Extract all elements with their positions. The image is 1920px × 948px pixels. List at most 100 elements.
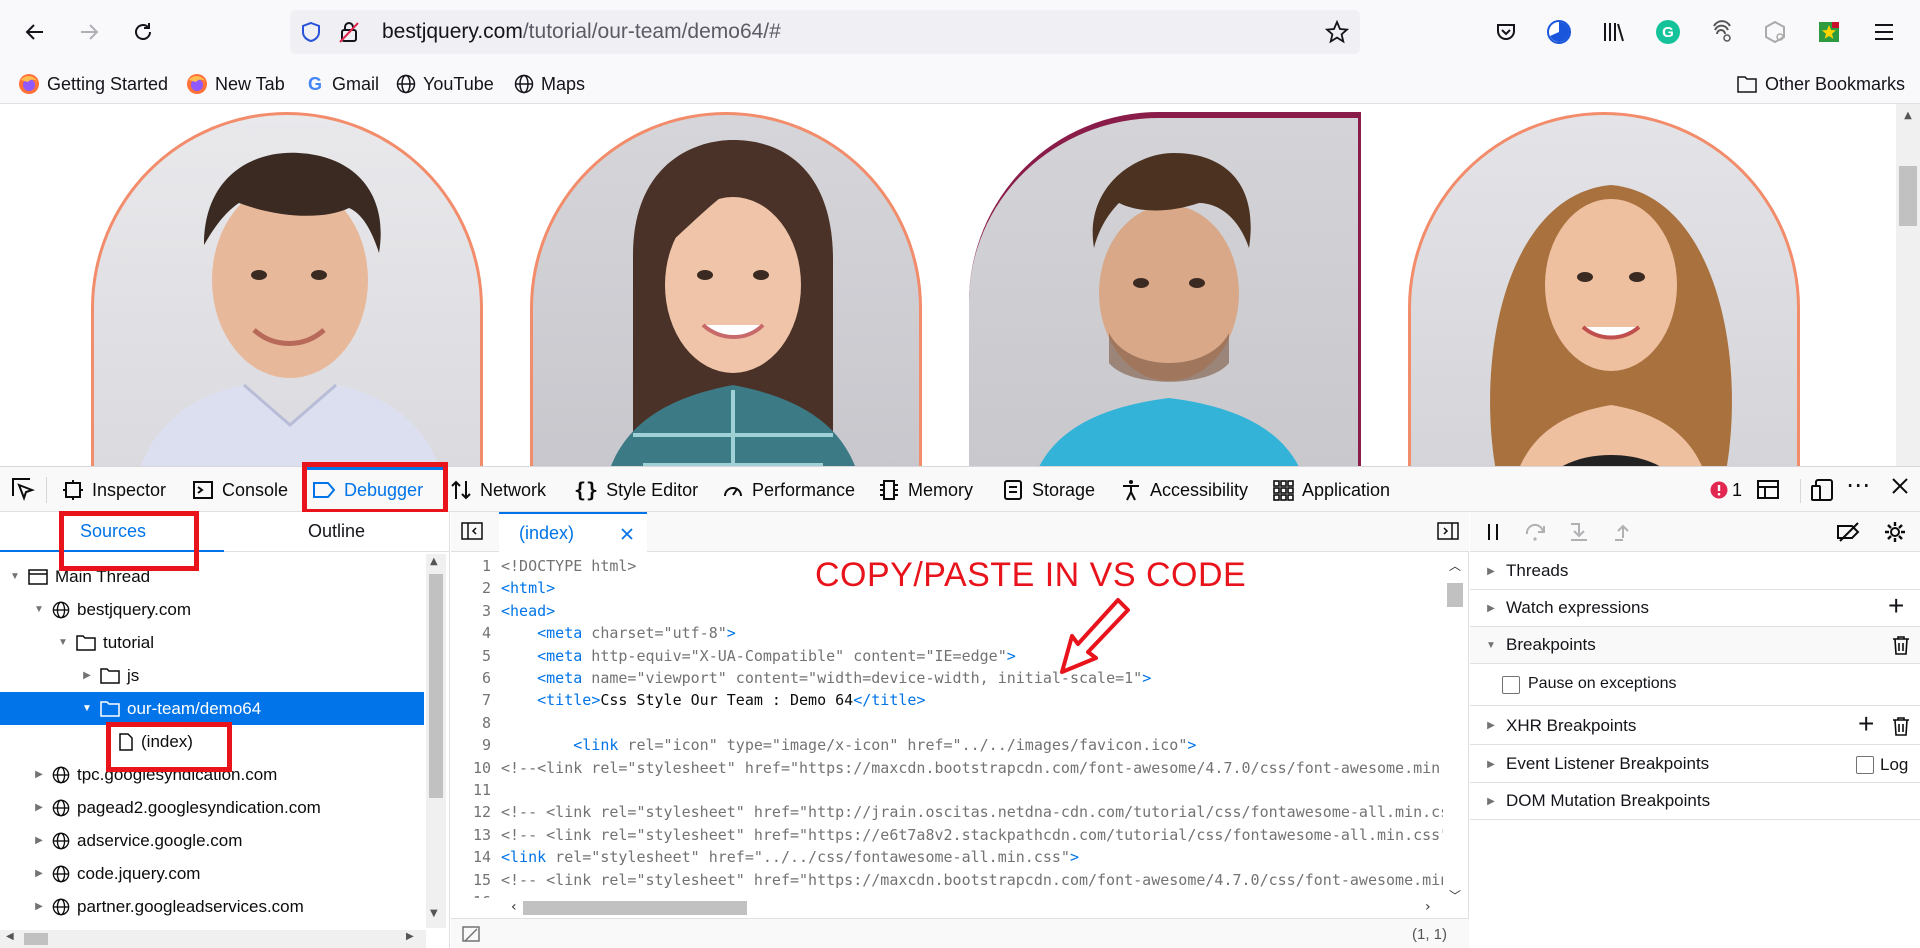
tree-item-domain[interactable]: ▶ pagead2.googlesyndication.com: [0, 791, 424, 824]
deactivate-breakpoints-button[interactable]: [1836, 521, 1862, 547]
tree-item-domain[interactable]: ▶ code.jquery.com: [0, 857, 424, 890]
expanded-arrow-icon[interactable]: ▼: [1484, 640, 1498, 651]
url-text[interactable]: bestjquery.com/tutorial/our-team/demo64/…: [382, 20, 781, 44]
insecure-lock-icon[interactable]: [338, 20, 360, 44]
reload-button[interactable]: [125, 14, 161, 50]
error-count-badge[interactable]: 1: [1710, 467, 1742, 513]
grammarly-button[interactable]: G: [1650, 14, 1686, 50]
code-area[interactable]: 12345678910111213141516 <!DOCTYPE html><…: [451, 553, 1443, 911]
scroll-up-icon[interactable]: ︿: [1449, 557, 1461, 574]
app-menu-button[interactable]: [1866, 14, 1902, 50]
tree-item-js[interactable]: ▶ js: [0, 659, 424, 692]
tab-network[interactable]: Network: [450, 467, 546, 513]
scroll-left-icon[interactable]: ◀: [6, 931, 14, 942]
pocket-button[interactable]: [1488, 14, 1524, 50]
scroll-left-icon[interactable]: ‹: [511, 899, 517, 915]
line-number[interactable]: 13: [451, 826, 491, 844]
line-number[interactable]: 6: [451, 669, 491, 687]
dom-mutation-breakpoints-section[interactable]: ▶ DOM Mutation Breakpoints: [1470, 783, 1920, 820]
add-watch-expression-icon[interactable]: +: [1888, 592, 1904, 620]
step-in-button[interactable]: [1568, 522, 1590, 546]
close-devtools-button[interactable]: [1890, 476, 1910, 500]
element-picker-button[interactable]: [10, 476, 36, 506]
line-number[interactable]: 15: [451, 871, 491, 889]
close-tab-icon[interactable]: [621, 528, 633, 540]
tab-accessibility[interactable]: Accessibility: [1120, 467, 1248, 513]
url-bar[interactable]: bestjquery.com/tutorial/our-team/demo64/…: [290, 10, 1360, 54]
collapsed-arrow-icon[interactable]: ▶: [32, 769, 46, 780]
line-number[interactable]: 2: [451, 579, 491, 597]
more-options-icon[interactable]: ⋯: [1846, 471, 1871, 499]
collapsed-arrow-icon[interactable]: ▶: [32, 802, 46, 813]
threads-section[interactable]: ▶ Threads: [1470, 553, 1920, 590]
scrollbar-thumb[interactable]: [1899, 166, 1917, 226]
extension-star-button[interactable]: [1811, 14, 1847, 50]
expanded-arrow-icon[interactable]: ▼: [8, 571, 22, 582]
expanded-arrow-icon[interactable]: ▼: [80, 703, 94, 714]
event-listener-breakpoints-section[interactable]: ▶ Event Listener Breakpoints Log: [1470, 746, 1920, 783]
tree-item-tutorial[interactable]: ▼ tutorial: [0, 626, 424, 659]
xhr-breakpoints-section[interactable]: ▶ XHR Breakpoints +: [1470, 707, 1920, 745]
tree-item-main-thread[interactable]: ▼ Main Thread: [0, 560, 424, 593]
tree-item-domain[interactable]: ▶ tpc.googlesyndication.com: [0, 758, 424, 791]
collapsed-arrow-icon[interactable]: ▶: [1484, 720, 1498, 731]
line-number[interactable]: 8: [451, 714, 491, 732]
trash-icon[interactable]: [1892, 635, 1910, 655]
watch-expressions-section[interactable]: ▶ Watch expressions +: [1470, 590, 1920, 627]
collapsed-arrow-icon[interactable]: ▶: [32, 868, 46, 879]
toggle-debugger-sidebar-button[interactable]: [1437, 521, 1459, 545]
tab-storage[interactable]: Storage: [1002, 467, 1095, 513]
tree-item-index-file[interactable]: (index): [0, 725, 424, 758]
breakpoints-section[interactable]: ▼ Breakpoints: [1470, 627, 1920, 664]
other-bookmarks[interactable]: Other Bookmarks: [1736, 70, 1905, 98]
bookmark-youtube[interactable]: YouTube: [396, 70, 494, 98]
line-number[interactable]: 14: [451, 848, 491, 866]
pause-on-exceptions-checkbox[interactable]: [1502, 676, 1520, 694]
line-number[interactable]: 10: [451, 759, 491, 777]
line-number[interactable]: 11: [451, 781, 491, 799]
line-number[interactable]: 5: [451, 647, 491, 665]
editor-vertical-scrollbar[interactable]: ︿ ﹀: [1443, 553, 1467, 909]
expanded-arrow-icon[interactable]: ▼: [56, 637, 70, 648]
scroll-down-icon[interactable]: ﹀: [1449, 887, 1461, 904]
page-scrollbar[interactable]: ▲: [1896, 104, 1920, 466]
pause-button[interactable]: [1484, 522, 1502, 546]
tree-item-domain[interactable]: ▶ adservice.google.com: [0, 824, 424, 857]
line-number[interactable]: 12: [451, 803, 491, 821]
line-number[interactable]: 3: [451, 602, 491, 620]
tab-console[interactable]: Console: [192, 467, 288, 513]
scroll-up-icon[interactable]: ▲: [1900, 110, 1916, 121]
log-checkbox[interactable]: [1856, 756, 1874, 774]
tab-performance[interactable]: Performance: [722, 467, 855, 513]
collapsed-arrow-icon[interactable]: ▶: [32, 901, 46, 912]
scroll-right-icon[interactable]: ›: [1425, 899, 1431, 915]
toggle-sources-button[interactable]: [461, 521, 483, 545]
scrollbar-thumb[interactable]: [1447, 583, 1463, 607]
expanded-arrow-icon[interactable]: ▼: [32, 604, 46, 615]
responsive-design-button[interactable]: [1810, 478, 1834, 506]
editor-tab-index[interactable]: (index): [499, 512, 647, 552]
bookmark-getting-started[interactable]: Getting Started: [18, 70, 168, 98]
collapsed-arrow-icon[interactable]: ▶: [80, 670, 94, 681]
tab-outline[interactable]: Outline: [308, 521, 365, 542]
line-number[interactable]: 1: [451, 557, 491, 575]
tab-style-editor[interactable]: {} Style Editor: [574, 467, 698, 513]
collapsed-arrow-icon[interactable]: ▶: [1484, 759, 1498, 770]
sources-horizontal-scrollbar[interactable]: ◀ ▶: [0, 930, 426, 948]
scroll-up-icon[interactable]: ▲: [430, 556, 438, 567]
library-button[interactable]: [1596, 14, 1632, 50]
split-console-button[interactable]: [1756, 478, 1780, 506]
step-over-button[interactable]: [1524, 522, 1548, 546]
pretty-print-button[interactable]: [461, 924, 481, 948]
scroll-down-icon[interactable]: ▼: [430, 908, 438, 919]
collapsed-arrow-icon[interactable]: ▶: [1484, 603, 1498, 614]
editor-horizontal-scrollbar[interactable]: ‹ ›: [451, 898, 1443, 918]
extension-hex-button[interactable]: [1757, 14, 1793, 50]
tab-debugger[interactable]: Debugger: [312, 467, 423, 513]
tree-item-bestjquery[interactable]: ▼ bestjquery.com: [0, 593, 424, 626]
line-number[interactable]: 4: [451, 624, 491, 642]
back-button[interactable]: [17, 14, 53, 50]
bookmark-new-tab[interactable]: New Tab: [186, 70, 285, 98]
step-out-button[interactable]: [1612, 522, 1634, 546]
tree-item-domain[interactable]: ▶ partner.googleadservices.com: [0, 890, 424, 923]
